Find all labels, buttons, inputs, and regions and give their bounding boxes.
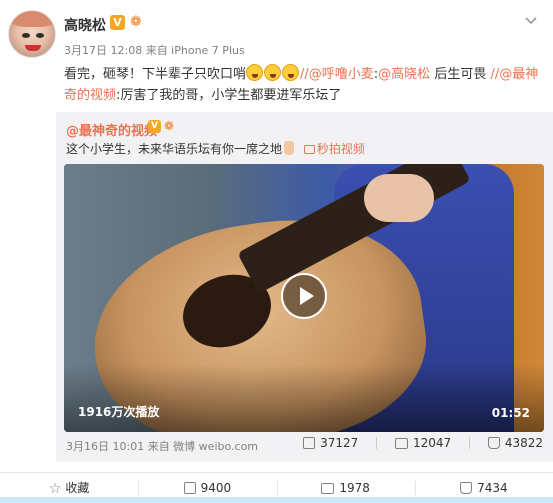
- favorite-label: 收藏: [65, 481, 90, 495]
- video-source-link[interactable]: 秒拍视频: [303, 142, 365, 156]
- repost-username[interactable]: @最神奇的视频: [66, 120, 157, 139]
- emoji-icon: [246, 64, 264, 81]
- medal-icon: ❁: [164, 119, 175, 133]
- avatar[interactable]: [8, 10, 56, 58]
- share-icon: [183, 482, 196, 494]
- avatar-mouth: [25, 45, 41, 51]
- post-username[interactable]: 高晓松: [64, 15, 106, 35]
- stat-divider: [376, 437, 378, 449]
- emoji-icon: [264, 64, 282, 81]
- repost-like-count: 43822: [504, 436, 543, 450]
- comment-icon: [321, 483, 335, 494]
- repost-like-stat[interactable]: 43822: [487, 436, 543, 450]
- repost-stats: 37127 12047 43822: [289, 436, 543, 450]
- share-icon: [303, 437, 316, 449]
- avatar-hair: [9, 11, 55, 27]
- thumbs-up-icon: [460, 482, 473, 494]
- post-text-part: 后生可畏: [430, 67, 491, 82]
- thumb-icon: [284, 141, 295, 155]
- share-count: 9400: [200, 481, 232, 495]
- repost-share-count: 37127: [320, 436, 359, 450]
- star-icon: ☆: [48, 481, 62, 497]
- post-text-part: 看完，砸琴！下半辈子只吹口哨: [64, 67, 247, 82]
- camera-icon: [303, 145, 315, 154]
- avatar-eye: [22, 33, 30, 38]
- repost-meta: 3月16日 10:01 来自 微博 weibo.com: [66, 440, 259, 453]
- weibo-post-card: 高晓松 V ❁ 3月17日 12:08 来自 iPhone 7 Plus 看完，…: [0, 0, 553, 503]
- play-icon[interactable]: [281, 273, 327, 319]
- video-frame-hand: [364, 174, 434, 222]
- chevron-down-icon[interactable]: [523, 12, 539, 28]
- verified-badge-icon: V: [110, 15, 125, 30]
- like-count: 7434: [477, 481, 508, 495]
- mention-link[interactable]: //@呼噜小麦: [300, 67, 374, 82]
- comment-icon: [394, 438, 408, 449]
- medal-icon: ❁: [130, 14, 142, 30]
- video-player[interactable]: 1916万次播放 01:52: [64, 164, 544, 432]
- repost-share-stat[interactable]: 37127: [303, 436, 358, 450]
- video-source-label: 秒拍视频: [316, 142, 365, 156]
- video-overlay-shade: [64, 364, 544, 432]
- post-text-part: :厉害了我的哥，小学生都要进军乐坛了: [116, 88, 342, 103]
- post-text: 看完，砸琴！下半辈子只吹口哨//@呼噜小麦:@高晓松 后生可畏 //@最神奇的视…: [64, 64, 544, 106]
- repost-comment-stat[interactable]: 12047: [394, 436, 452, 450]
- mention-link[interactable]: @高晓松: [378, 67, 430, 82]
- avatar-eye: [36, 33, 44, 38]
- repost-box: @最神奇的视频 V ❁ 这个小学生，未来华语乐坛有你一席之地 秒拍视频 1916…: [56, 112, 553, 462]
- bottom-strip: [0, 497, 553, 503]
- verified-badge-icon: V: [148, 120, 161, 133]
- repost-text-body: 这个小学生，未来华语乐坛有你一席之地: [66, 142, 283, 156]
- video-duration: 01:52: [491, 406, 530, 420]
- emoji-icon: [282, 64, 300, 81]
- video-views: 1916万次播放: [78, 405, 160, 419]
- post-meta: 3月17日 12:08 来自 iPhone 7 Plus: [64, 44, 245, 57]
- comment-count: 1978: [339, 481, 370, 495]
- repost-text: 这个小学生，未来华语乐坛有你一席之地 秒拍视频: [66, 140, 365, 157]
- thumbs-up-icon: [487, 437, 500, 449]
- stat-divider: [468, 437, 470, 449]
- repost-comment-count: 12047: [412, 436, 452, 450]
